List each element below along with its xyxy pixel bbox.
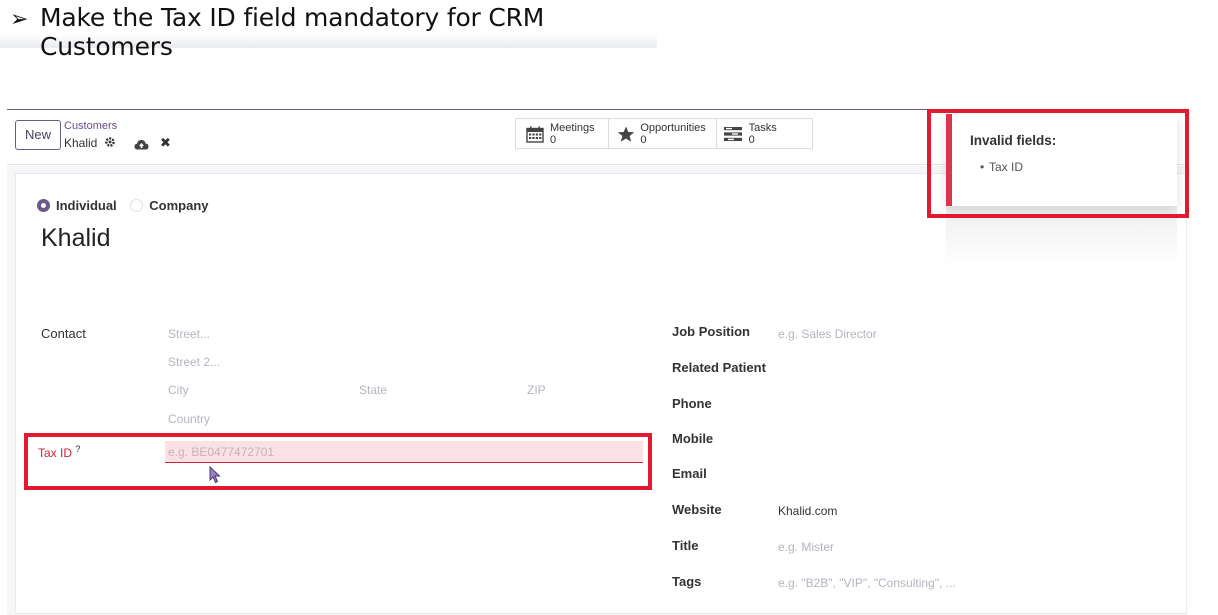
breadcrumb-parent[interactable]: Customers [64, 120, 117, 132]
slide-heading: ➢ Make the Tax ID field mandatory for CR… [0, 0, 657, 61]
email-label: Email [672, 466, 707, 481]
mobile-label: Mobile [672, 431, 714, 446]
street-input[interactable]: Street... [168, 327, 210, 341]
radio-label: Company [149, 198, 209, 213]
radio-selected-icon [37, 199, 50, 212]
close-icon[interactable]: ✖ [160, 135, 171, 151]
breadcrumb-current: Khalid [64, 136, 98, 150]
website-label: Website [672, 502, 722, 517]
company-type-radio-group: Individual Company [37, 198, 209, 213]
radio-individual[interactable]: Individual [37, 198, 117, 213]
bullet-arrow-icon: ➢ [10, 6, 29, 31]
smart-button-count: 0 [550, 134, 557, 146]
smart-buttons: Meetings 0 Opportunities 0 Tasks 0 [515, 118, 813, 149]
cloud-upload-icon[interactable] [134, 137, 149, 155]
state-select[interactable]: State [359, 383, 387, 397]
tax-id-highlight-box [24, 433, 652, 490]
radio-unselected-icon [130, 199, 144, 212]
smart-button-count: 0 [748, 134, 755, 146]
job-position-label: Job Position [672, 324, 750, 339]
calendar-icon [526, 126, 544, 143]
tasks-icon [723, 127, 742, 141]
title-select[interactable]: e.g. Mister [778, 540, 834, 554]
tags-input[interactable]: e.g. "B2B", "VIP", "Consulting", ... [778, 576, 956, 590]
gear-icon[interactable] [104, 135, 116, 153]
street2-input[interactable]: Street 2... [168, 355, 220, 369]
smart-button-label: Meetings [550, 122, 595, 134]
website-input[interactable]: Khalid.com [778, 504, 837, 518]
radio-label: Individual [56, 198, 117, 213]
title-label: Title [672, 538, 699, 553]
tasks-smart-button[interactable]: Tasks 0 [717, 119, 812, 148]
opportunities-smart-button[interactable]: Opportunities 0 [609, 119, 717, 148]
new-button[interactable]: New [15, 120, 61, 150]
radio-company[interactable]: Company [130, 198, 209, 213]
country-select[interactable]: Country [168, 412, 210, 426]
smart-button-label: Tasks [748, 122, 777, 134]
contact-label: Contact [41, 326, 86, 341]
notification-highlight-box [927, 109, 1189, 218]
related-patient-label: Related Patient [672, 360, 766, 375]
smart-button-label: Opportunities [640, 122, 706, 134]
city-input[interactable]: City [168, 383, 189, 397]
slide-title: Make the Tax ID field mandatory for CRM … [40, 3, 545, 61]
smart-button-count: 0 [640, 134, 647, 146]
job-position-input[interactable]: e.g. Sales Director [778, 327, 877, 341]
phone-label: Phone [672, 396, 712, 411]
star-icon [618, 126, 635, 142]
partner-name-input[interactable]: Khalid [41, 224, 111, 253]
zip-input[interactable]: ZIP [527, 383, 546, 397]
meetings-smart-button[interactable]: Meetings 0 [516, 119, 610, 148]
tags-label: Tags [672, 574, 702, 589]
